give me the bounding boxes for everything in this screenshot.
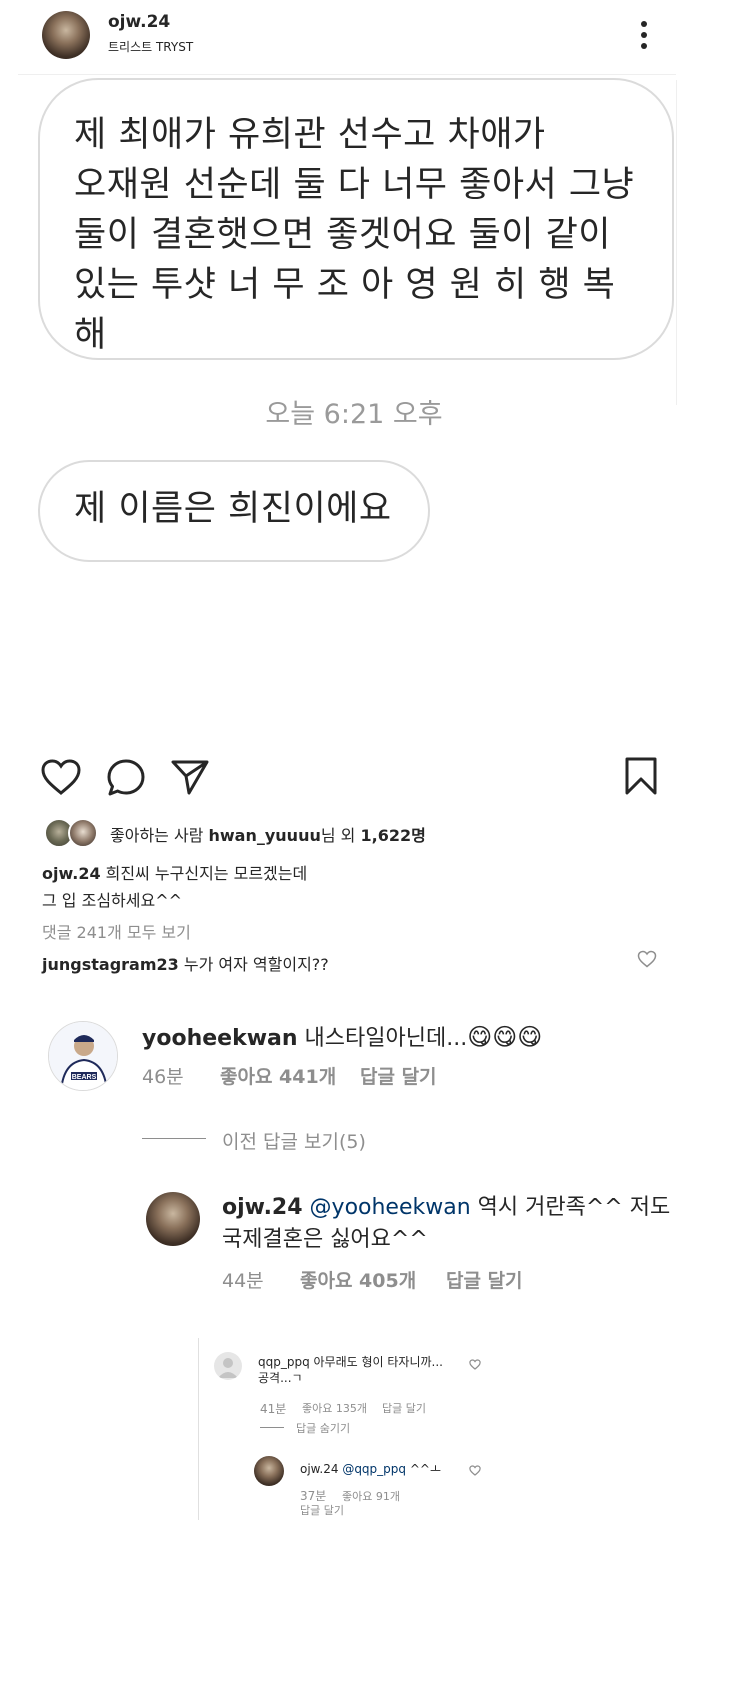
avatar[interactable]: [42, 11, 90, 59]
caption-text: 희진씨 누구신지는 모르겠는데: [100, 864, 308, 883]
emoji-icon: 😋: [467, 1023, 493, 1051]
right-edge-line: [676, 80, 677, 405]
inner-reply-reply-button[interactable]: 답글 달기: [300, 1502, 344, 1518]
thread-time: 46분: [142, 1066, 184, 1088]
inner-comment-text: 공격...ㄱ: [258, 1371, 303, 1385]
commenter-avatar[interactable]: BEARS: [48, 1021, 118, 1091]
message-line: 둘이 결혼햇으면 좋겟어요 둘이 같이: [74, 215, 612, 255]
bookmark-icon[interactable]: [624, 756, 658, 796]
inner-hide-replies-link[interactable]: 답글 숨기기: [296, 1420, 350, 1436]
likes-prefix: 좋아하는 사람: [110, 826, 209, 845]
inner-comment-reply-button[interactable]: 답글 달기: [382, 1400, 426, 1416]
message-bubble: 제 이름은 희진이에요: [38, 460, 430, 562]
inner-reply-avatar[interactable]: [254, 1456, 284, 1486]
caption: ojw.24 희진씨 누구신지는 모르겠는데 그 입 조심하세요^^: [42, 860, 307, 914]
view-all-comments-link[interactable]: 댓글 241개 모두 보기: [42, 919, 191, 943]
post-username[interactable]: ojw.24: [108, 12, 170, 32]
thread-reply-button[interactable]: 답글 달기: [360, 1062, 437, 1089]
caption-username[interactable]: ojw.24: [42, 864, 101, 883]
message-bubble: 제 최애가 유희관 선수고 차애가 오재원 선순데 둘 다 너무 좋아서 그냥 …: [38, 78, 674, 360]
likes-count[interactable]: 1,622명: [360, 826, 425, 845]
replies-divider: [142, 1138, 206, 1139]
inner-comment-username[interactable]: qqp_ppq: [258, 1355, 310, 1369]
inner-left-border: [198, 1338, 199, 1520]
view-previous-replies-link[interactable]: 이전 답글 보기(5): [222, 1127, 366, 1154]
reply-text: 국제결혼은 싫어요^^: [222, 1227, 428, 1252]
thread-comment: yooheekwan 내스타일아닌데...😋😋😋: [142, 1020, 542, 1052]
likes-summary: 좋아하는 사람 hwan_yuuuu님 외 1,622명: [110, 822, 426, 846]
comment-like-heart-icon[interactable]: [637, 950, 657, 968]
reply-username[interactable]: ojw.24: [222, 1195, 303, 1220]
inner-reply-username[interactable]: ojw.24: [300, 1462, 338, 1476]
message-timestamp: 오늘 6:21 오후: [265, 399, 443, 430]
liker-avatar[interactable]: [68, 818, 98, 848]
comment-row: jungstagram23 누가 여자 역할이지??: [42, 951, 329, 975]
svg-text:BEARS: BEARS: [72, 1074, 97, 1081]
comment-icon[interactable]: [106, 758, 146, 798]
emoji-icon: 😋: [492, 1023, 518, 1051]
comment-text: 누가 여자 역할이지??: [178, 955, 329, 974]
likes-suffix: 님 외: [320, 826, 361, 845]
message-line: 제 최애가 유희관 선수고 차애가: [74, 115, 546, 155]
reply-likes[interactable]: 좋아요 405개: [300, 1266, 416, 1293]
message-line: 제 이름은 희진이에요: [74, 489, 392, 529]
thread-text: 내스타일아닌데...: [297, 1026, 468, 1051]
like-heart-icon[interactable]: [40, 758, 82, 796]
share-send-icon[interactable]: [170, 758, 210, 796]
inner-comment-likes[interactable]: 좋아요 135개: [302, 1400, 367, 1416]
inner-comment-time: 41분: [260, 1402, 287, 1416]
comment-username[interactable]: jungstagram23: [42, 955, 179, 974]
message-line: 있는 투샷 너 무 조 아 영 원 히 행 복: [74, 265, 616, 305]
inner-reply-text: ^^ㅗ: [406, 1462, 441, 1476]
inner-reply: ojw.24 @qqp_ppq ^^ㅗ: [300, 1460, 441, 1477]
inner-hide-divider: [260, 1427, 284, 1428]
inner-comment: qqp_ppq 아무래도 형이 타자니까... 공격...ㄱ: [258, 1354, 443, 1386]
header-divider: [18, 74, 676, 75]
reply-text: 역시 거란족^^ 저도: [470, 1195, 671, 1220]
reply-time: 44분: [222, 1270, 264, 1292]
inner-avatar-default[interactable]: [214, 1352, 242, 1380]
reply-comment: ojw.24 @yooheekwan 역시 거란족^^ 저도 국제결혼은 싫어요…: [222, 1192, 670, 1256]
caption-text: 그 입 조심하세요^^: [42, 891, 183, 910]
message-line: 해: [74, 315, 107, 355]
thread-likes[interactable]: 좋아요 441개: [220, 1062, 336, 1089]
inner-reply-heart-icon[interactable]: [469, 1465, 481, 1476]
inner-comment-heart-icon[interactable]: [469, 1359, 481, 1370]
inner-reply-mention-link[interactable]: @qqp_ppq: [342, 1462, 406, 1476]
inner-reply-likes[interactable]: 좋아요 91개: [342, 1488, 400, 1504]
emoji-icon: 😋: [517, 1023, 543, 1051]
message-line: 오재원 선순데 둘 다 너무 좋아서 그냥: [74, 165, 635, 205]
likes-user-link[interactable]: hwan_yuuuu: [209, 826, 321, 845]
more-options-icon[interactable]: [640, 20, 648, 50]
reply-mention-link[interactable]: @yooheekwan: [310, 1195, 471, 1220]
post-subtitle[interactable]: 트리스트 TRYST: [108, 38, 193, 55]
thread-username[interactable]: yooheekwan: [142, 1026, 298, 1051]
inner-comment-text: 아무래도 형이 타자니까...: [309, 1355, 443, 1369]
reply-avatar[interactable]: [146, 1192, 200, 1246]
reply-reply-button[interactable]: 답글 달기: [446, 1266, 523, 1293]
